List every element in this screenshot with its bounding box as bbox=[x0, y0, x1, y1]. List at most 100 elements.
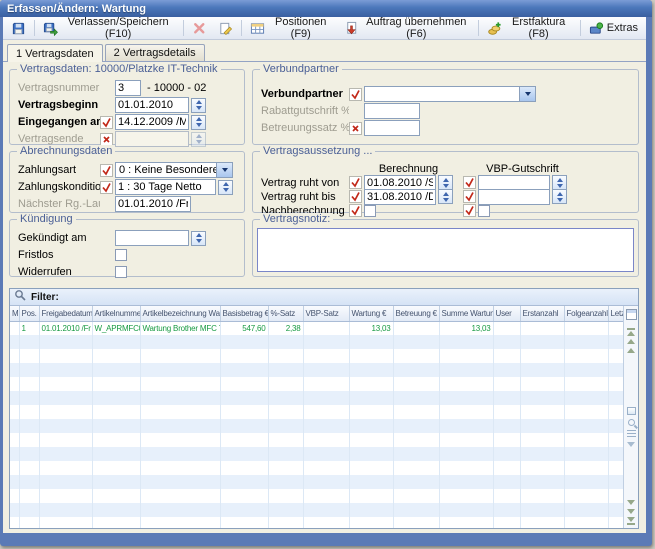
edited-check-icon[interactable] bbox=[463, 204, 476, 217]
edited-check-icon[interactable] bbox=[463, 190, 476, 203]
nachberechnung-vbp-checkbox[interactable] bbox=[478, 205, 490, 217]
column-header[interactable]: Artikelbezeichnung Wartung bbox=[140, 306, 220, 321]
edited-check-icon[interactable] bbox=[349, 190, 362, 203]
scroll-first-icon[interactable] bbox=[627, 328, 635, 336]
column-header[interactable]: Artikelnummer bbox=[92, 306, 140, 321]
tab-vertragsdetails[interactable]: 2 Vertragsdetails bbox=[105, 44, 205, 61]
rabattgutschrift-input[interactable] bbox=[364, 103, 420, 119]
grid-empty-row[interactable] bbox=[10, 503, 623, 517]
save-button[interactable] bbox=[6, 18, 31, 38]
zahlungskondition-spinner[interactable] bbox=[218, 180, 233, 195]
grid-empty-row[interactable] bbox=[10, 405, 623, 419]
filter-funnel-icon[interactable] bbox=[627, 442, 635, 447]
edited-check-icon[interactable] bbox=[100, 116, 113, 129]
grid-empty-row[interactable] bbox=[10, 489, 623, 503]
column-header[interactable]: Betreuung € bbox=[393, 306, 439, 321]
grid-cell bbox=[140, 503, 220, 517]
column-header[interactable]: VBP-Satz bbox=[303, 306, 349, 321]
edit-button[interactable] bbox=[213, 18, 238, 38]
grid-scrollbar[interactable] bbox=[623, 306, 638, 528]
column-chooser-icon[interactable] bbox=[626, 307, 637, 325]
vertragsnummer-input[interactable] bbox=[115, 80, 141, 96]
gekuendigt-input[interactable] bbox=[115, 230, 189, 246]
grid-cell bbox=[39, 489, 92, 503]
column-header[interactable]: Summe Wartung € bbox=[439, 306, 493, 321]
fristlos-checkbox[interactable] bbox=[115, 249, 127, 261]
edited-check-icon[interactable] bbox=[349, 204, 362, 217]
betreuungssatz-input[interactable] bbox=[364, 120, 420, 136]
edited-check-icon[interactable] bbox=[463, 176, 476, 189]
gekuendigt-spinner[interactable] bbox=[191, 231, 206, 246]
grid-cell bbox=[439, 363, 493, 377]
column-header[interactable]: Folgeanzahl bbox=[564, 306, 608, 321]
column-header[interactable]: Wartung € bbox=[349, 306, 393, 321]
scroll-page-down-icon[interactable] bbox=[627, 509, 635, 514]
dropdown-arrow-icon[interactable] bbox=[216, 163, 232, 177]
extras-button[interactable]: Extras bbox=[584, 18, 643, 38]
positionen-button[interactable]: Positionen (F9) bbox=[245, 18, 338, 38]
grid-empty-row[interactable] bbox=[10, 391, 623, 405]
vertragsbeginn-input[interactable] bbox=[115, 97, 189, 113]
dropdown-arrow-icon[interactable] bbox=[519, 87, 535, 101]
column-header[interactable]: Freigabedatum bbox=[39, 306, 92, 321]
grid-empty-row[interactable] bbox=[10, 419, 623, 433]
grid-cell: 547,60 bbox=[220, 321, 268, 335]
grid-empty-row[interactable] bbox=[10, 517, 623, 528]
ruht-bis-berechnung-spinner[interactable] bbox=[438, 189, 453, 204]
sort-icon[interactable] bbox=[627, 430, 636, 438]
column-header[interactable]: Letzte bbox=[608, 306, 623, 321]
ruht-bis-berechnung-input[interactable] bbox=[364, 189, 436, 205]
column-header[interactable]: Erstanzahl bbox=[520, 306, 564, 321]
zahlungsart-select[interactable]: 0 : Keine Besondere bbox=[115, 162, 233, 178]
verlassen-speichern-button[interactable]: Verlassen/Speichern (F10) bbox=[38, 18, 180, 38]
eingegangen-spinner[interactable] bbox=[191, 115, 206, 130]
ruht-bis-vbp-input[interactable] bbox=[478, 189, 550, 205]
edited-check-icon[interactable] bbox=[349, 88, 362, 101]
column-header[interactable]: User bbox=[493, 306, 520, 321]
widerrufen-checkbox[interactable] bbox=[115, 266, 127, 278]
edited-check-icon[interactable] bbox=[349, 176, 362, 189]
auftrag-uebernehmen-button[interactable]: Auftrag übernehmen (F6) bbox=[339, 18, 475, 38]
grid-empty-row[interactable] bbox=[10, 349, 623, 363]
column-header[interactable]: Pos. bbox=[19, 306, 39, 321]
tab-vertragsdaten[interactable]: 1 Vertragsdaten bbox=[7, 44, 103, 62]
scroll-page-up-icon[interactable] bbox=[627, 339, 635, 344]
grid-empty-row[interactable] bbox=[10, 447, 623, 461]
search-icon[interactable] bbox=[628, 419, 635, 426]
grid-empty-row[interactable] bbox=[10, 433, 623, 447]
zahlungskondition-input[interactable] bbox=[115, 179, 216, 195]
eingegangen-input[interactable] bbox=[115, 114, 189, 130]
grid-empty-row[interactable] bbox=[10, 461, 623, 475]
verbundpartner-select[interactable] bbox=[364, 86, 536, 102]
column-header[interactable]: Basisbetrag € bbox=[220, 306, 268, 321]
erstfaktura-button[interactable]: Erstfaktura (F8) bbox=[482, 18, 576, 38]
scroll-down-icon[interactable] bbox=[627, 500, 635, 505]
grid-filter-bar[interactable]: Filter: bbox=[10, 289, 638, 306]
grid-view-icon[interactable] bbox=[627, 407, 636, 415]
grid-cell bbox=[349, 461, 393, 475]
grid-cell bbox=[439, 419, 493, 433]
toolbar: Verlassen/Speichern (F10) Positionen (F9… bbox=[3, 17, 646, 40]
grid-empty-row[interactable] bbox=[10, 335, 623, 349]
column-header[interactable]: M bbox=[10, 306, 19, 321]
scroll-up-icon[interactable] bbox=[627, 348, 635, 353]
grid-cell bbox=[608, 447, 623, 461]
column-header[interactable]: %-Satz bbox=[268, 306, 303, 321]
ruht-bis-vbp-spinner[interactable] bbox=[552, 189, 567, 204]
grid-empty-row[interactable] bbox=[10, 363, 623, 377]
delete-button[interactable] bbox=[187, 18, 212, 38]
vertragsnotiz-textarea[interactable] bbox=[257, 228, 634, 272]
vbp-gutschrift-column-label: VBP-Gutschrift bbox=[478, 163, 567, 175]
cleared-x-icon[interactable] bbox=[349, 122, 362, 135]
grid-data-row[interactable]: 101.01.2010 /FrW_APRMFC000Wartung Brothe… bbox=[10, 321, 623, 335]
cleared-x-icon[interactable] bbox=[100, 133, 113, 146]
grid-empty-row[interactable] bbox=[10, 475, 623, 489]
nachberechnung-berechnung-checkbox[interactable] bbox=[364, 205, 376, 217]
grid-empty-row[interactable] bbox=[10, 377, 623, 391]
scroll-last-icon[interactable] bbox=[627, 517, 635, 525]
grid-cell: 13,03 bbox=[349, 321, 393, 335]
edited-check-icon[interactable] bbox=[100, 181, 113, 194]
edited-check-icon[interactable] bbox=[100, 164, 113, 177]
grid-cell bbox=[19, 377, 39, 391]
vertragsbeginn-spinner[interactable] bbox=[191, 98, 206, 113]
